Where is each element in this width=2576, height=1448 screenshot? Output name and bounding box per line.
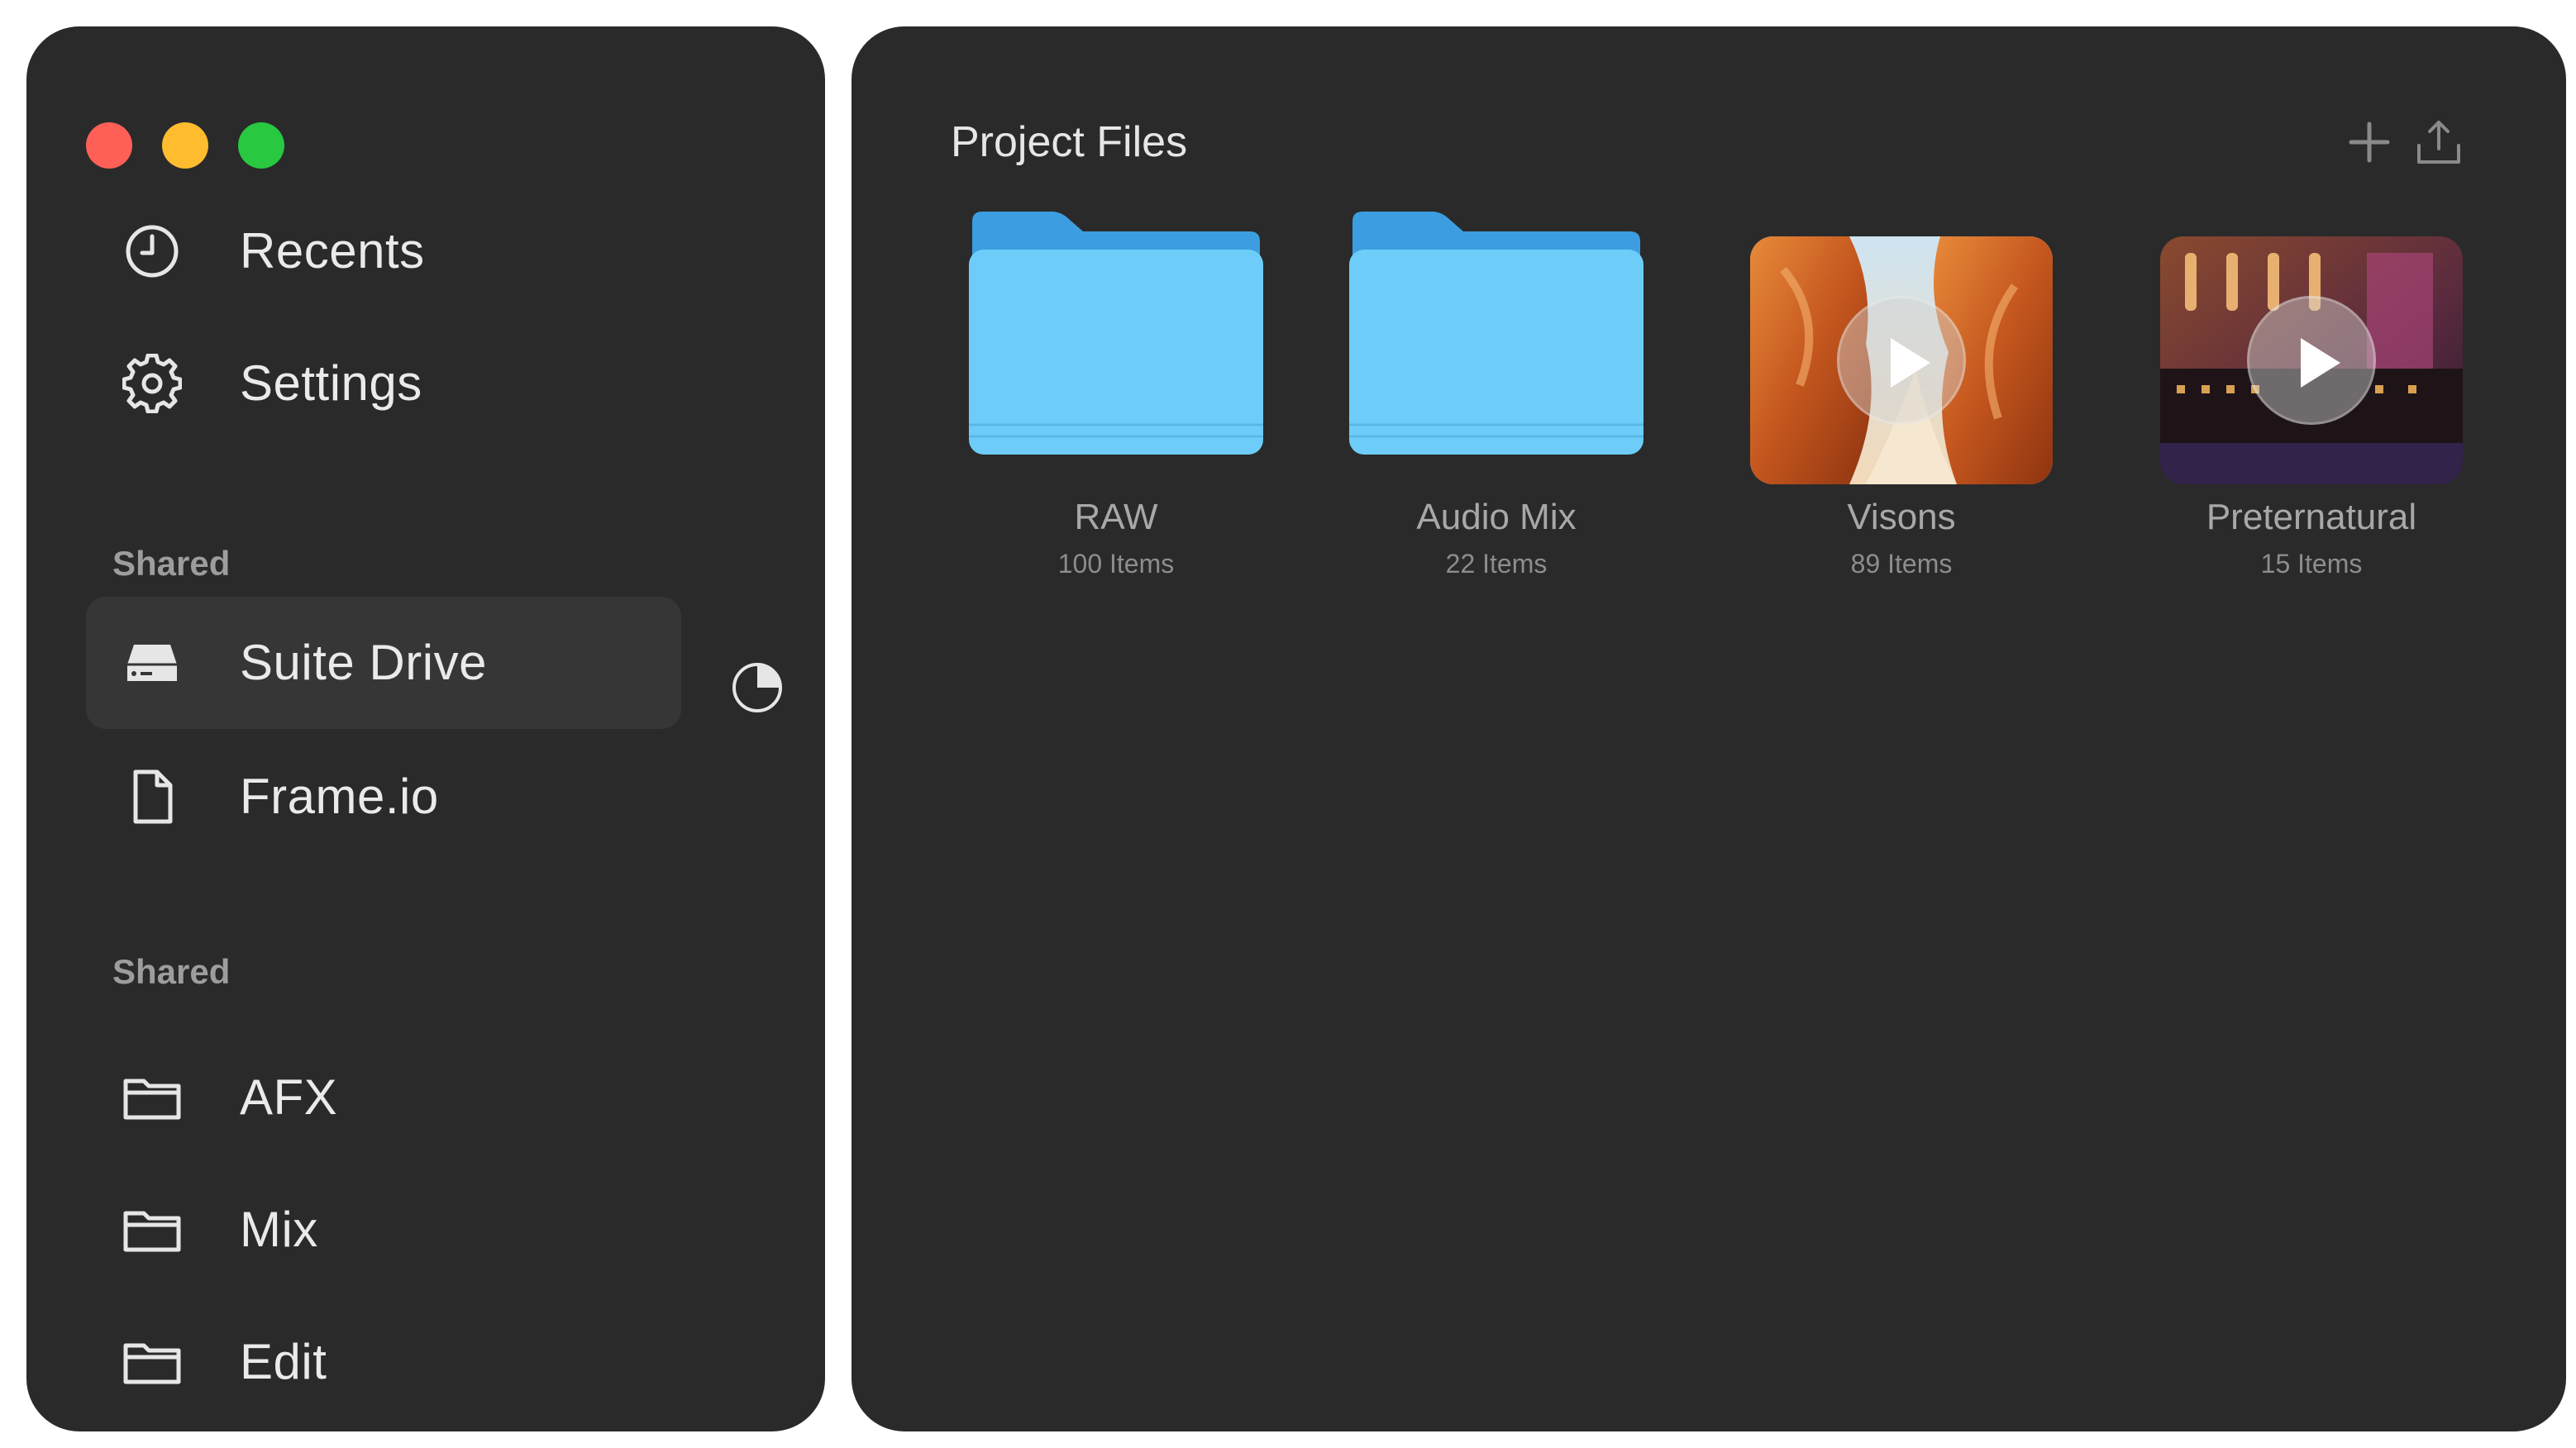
main-panel: Project Files RAW 100 Items Audio Mix 22… bbox=[852, 26, 2566, 1431]
page-title: Project Files bbox=[951, 118, 1188, 166]
section-header-shared: Shared bbox=[112, 952, 231, 991]
sidebar-item-frame-io[interactable]: Frame.io bbox=[86, 731, 681, 863]
grid-item-preternatural[interactable]: Preternatural 15 Items bbox=[2146, 208, 2477, 605]
item-name: Visons bbox=[1847, 497, 1956, 537]
sidebar-item-edit[interactable]: Edit bbox=[86, 1296, 681, 1428]
minimize-window-button[interactable] bbox=[162, 122, 208, 169]
sidebar-item-label: Mix bbox=[240, 1202, 318, 1257]
sidebar-item-settings[interactable]: Settings bbox=[86, 317, 681, 450]
drive-icon bbox=[122, 633, 182, 693]
section-header-shared: Shared bbox=[112, 544, 231, 583]
item-count: 89 Items bbox=[1850, 549, 1953, 579]
video-thumbnail bbox=[2160, 236, 2463, 484]
sidebar-item-label: Recents bbox=[240, 223, 425, 279]
item-count: 100 Items bbox=[1057, 549, 1175, 579]
sidebar: Recents Settings Shared Suite Drive Fram… bbox=[26, 26, 825, 1431]
add-button[interactable] bbox=[2345, 117, 2394, 167]
item-count: 15 Items bbox=[2260, 549, 2363, 579]
sidebar-item-afx[interactable]: AFX bbox=[86, 1031, 681, 1164]
play-icon bbox=[2301, 338, 2340, 388]
item-name: Audio Mix bbox=[1416, 497, 1577, 537]
clock-icon bbox=[122, 221, 182, 281]
zoom-window-button[interactable] bbox=[238, 122, 284, 169]
play-icon bbox=[1891, 338, 1930, 388]
grid-item-raw[interactable]: RAW 100 Items bbox=[951, 208, 1281, 605]
sidebar-item-label: Settings bbox=[240, 355, 422, 411]
sidebar-item-label: AFX bbox=[240, 1069, 338, 1125]
folder-icon bbox=[122, 1332, 182, 1392]
folder-icon bbox=[1349, 208, 1643, 456]
grid-item-visons[interactable]: Visons 89 Items bbox=[1736, 208, 2067, 605]
sidebar-item-label: Edit bbox=[240, 1334, 327, 1389]
close-window-button[interactable] bbox=[86, 122, 132, 169]
sidebar-item-recents[interactable]: Recents bbox=[86, 185, 681, 317]
folder-icon bbox=[969, 208, 1263, 456]
document-icon bbox=[122, 767, 182, 826]
play-button[interactable] bbox=[2247, 296, 2376, 425]
sidebar-item-label: Frame.io bbox=[240, 769, 439, 824]
sidebar-item-label: Suite Drive bbox=[240, 635, 487, 690]
share-button[interactable] bbox=[2414, 117, 2464, 167]
sidebar-item-suite-drive[interactable]: Suite Drive bbox=[86, 597, 681, 729]
gear-icon bbox=[122, 354, 182, 413]
pie-chart-icon[interactable] bbox=[731, 661, 784, 714]
video-thumbnail bbox=[1750, 236, 2053, 484]
play-button[interactable] bbox=[1837, 296, 1966, 425]
folder-icon bbox=[122, 1068, 182, 1127]
item-count: 22 Items bbox=[1445, 549, 1548, 579]
grid-item-audio-mix[interactable]: Audio Mix 22 Items bbox=[1331, 208, 1662, 605]
plus-icon bbox=[2349, 121, 2390, 163]
sidebar-item-mix[interactable]: Mix bbox=[86, 1164, 681, 1296]
folder-icon bbox=[122, 1200, 182, 1260]
item-name: Preternatural bbox=[2206, 497, 2417, 537]
share-icon bbox=[2417, 121, 2460, 164]
item-name: RAW bbox=[1074, 497, 1158, 537]
